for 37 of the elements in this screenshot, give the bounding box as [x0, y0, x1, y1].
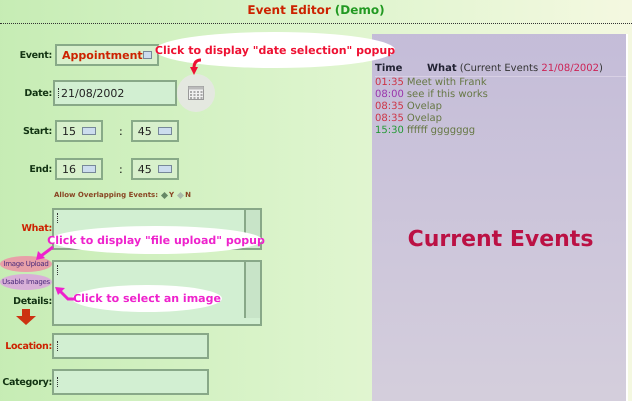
event-title: see if this works	[406, 89, 488, 101]
calendar-button[interactable]	[177, 74, 215, 112]
event-time: 08:00	[375, 89, 404, 101]
date-field[interactable]: 21/08/2002	[53, 80, 177, 106]
field-label: Start:	[22, 126, 52, 136]
category-field[interactable]	[52, 369, 209, 395]
field-label: What:	[20, 223, 52, 235]
hour-select[interactable]: 16	[55, 158, 103, 180]
event-title: Ovelap	[406, 101, 442, 113]
panel-watermark: Current Events	[406, 227, 594, 252]
calendar-icon	[188, 86, 204, 100]
page-title: Event Editor (Demo)	[0, 0, 632, 24]
event-time: 01:35	[375, 77, 404, 89]
pointer-arrow-icon	[34, 245, 54, 261]
event-title: Meet with Frank	[406, 77, 487, 89]
hour-select[interactable]: 15	[55, 120, 103, 142]
pointer-arrow-icon	[188, 58, 204, 76]
event-time: 08:35	[375, 101, 404, 113]
panel-context: (Current Events 21/08/2002)	[460, 63, 603, 74]
field-label: Location:	[4, 340, 52, 352]
event-time: 15:30	[375, 125, 404, 137]
location-field[interactable]	[52, 333, 209, 359]
down-arrow-icon	[16, 309, 36, 325]
field-label: Details:	[12, 296, 52, 307]
field-label: Date:	[23, 88, 52, 98]
minute-select[interactable]: 45	[130, 158, 179, 180]
field-label: End:	[28, 164, 52, 174]
column-header: Time	[375, 63, 404, 74]
event-title: ffffff ggggggg	[406, 125, 476, 137]
minute-select[interactable]: 45	[130, 120, 179, 142]
field-label: Category:	[1, 376, 52, 388]
field-label: Event:	[18, 50, 52, 60]
event-title: Ovelap	[406, 113, 442, 125]
time-separator: :	[119, 162, 123, 176]
time-separator: :	[119, 124, 123, 138]
event-time: 08:35	[375, 113, 404, 125]
column-header: What	[427, 63, 457, 74]
